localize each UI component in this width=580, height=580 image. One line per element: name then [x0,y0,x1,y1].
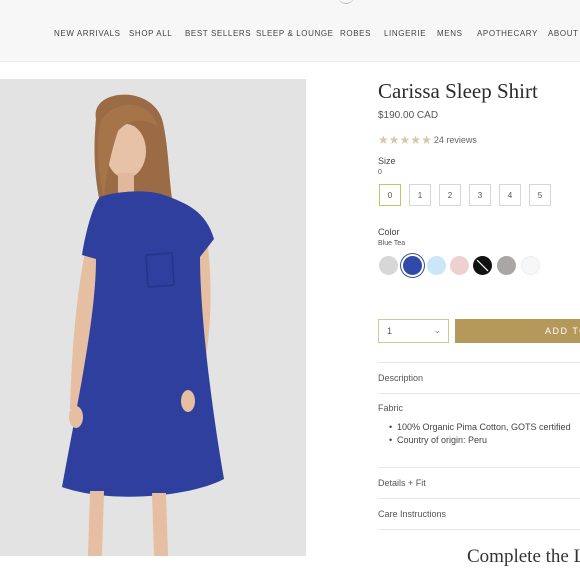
star-icon: ★ [378,133,389,147]
star-icon: ★ [399,133,411,147]
complete-the-look-heading: Complete the L [467,546,580,567]
size-option-4[interactable]: 4 [499,184,521,206]
swatch-light-blue[interactable] [427,256,446,275]
description-toggle[interactable]: Description [378,373,423,383]
size-option-0[interactable]: 0 [379,184,401,206]
swatch-black-sold-out[interactable] [473,256,492,275]
size-option-5[interactable]: 5 [529,184,551,206]
nav-best-sellers[interactable]: BEST SELLERS [185,29,251,38]
color-selected-value: Blue Tea [378,240,406,247]
sold-out-slash-icon [476,259,489,272]
star-icon: ★ [410,133,422,147]
fabric-bullet: Country of origin: Peru [389,435,571,448]
star-icon: ★ [421,133,432,147]
site-header: NEW ARRIVALS SHOP ALL BEST SELLERS SLEEP… [0,0,580,62]
model-wearing-dress-illustration [0,79,306,556]
size-option-2[interactable]: 2 [439,184,461,206]
fabric-list: 100% Organic Pima Cotton, GOTS certified… [389,422,571,448]
size-label: Size [378,156,396,166]
swatch-blush[interactable] [450,256,469,275]
main-nav: NEW ARRIVALS SHOP ALL BEST SELLERS SLEEP… [0,29,580,41]
size-selected-value: 0 [378,169,382,176]
divider [378,467,580,468]
size-option-3[interactable]: 3 [469,184,491,206]
care-instructions-toggle[interactable]: Care Instructions [378,509,446,519]
quantity-value: 1 [387,326,393,336]
divider [378,529,580,530]
details-fit-toggle[interactable]: Details + Fit [378,478,426,488]
divider [378,393,580,394]
nav-about[interactable]: ABOUT [548,29,579,38]
color-label: Color [378,227,400,237]
nav-mens[interactable]: MENS [437,29,463,38]
nav-robes[interactable]: ROBES [340,29,371,38]
nav-apothecary[interactable]: APOTHECARY [477,29,538,38]
rating[interactable]: ★ ★ ★ ★ ★ 24 reviews [378,134,477,146]
product-price: $190.00 CAD [378,110,439,121]
logo[interactable] [338,0,354,4]
fabric-heading[interactable]: Fabric [378,403,403,413]
chevron-down-icon: ⌄ [433,325,441,335]
swatch-light-grey[interactable] [379,256,398,275]
size-option-1[interactable]: 1 [409,184,431,206]
add-to-cart-button[interactable]: ADD TO [455,319,580,343]
star-icon: ★ [388,133,400,147]
swatch-blue-tea[interactable] [403,256,422,275]
swatch-white[interactable] [521,256,540,275]
swatch-grey[interactable] [497,256,516,275]
fabric-bullet: 100% Organic Pima Cotton, GOTS certified [389,422,571,435]
nav-lingerie[interactable]: LINGERIE [384,29,426,38]
product-title: Carissa Sleep Shirt [378,79,538,103]
nav-new-arrivals[interactable]: NEW ARRIVALS [54,29,121,38]
divider [378,498,580,499]
reviews-link[interactable]: 24 reviews [434,135,477,145]
nav-shop-all[interactable]: SHOP ALL [129,29,172,38]
quantity-select[interactable]: 1 ⌄ [378,319,449,343]
product-image[interactable] [0,79,306,556]
divider [378,362,580,363]
nav-sleep-lounge[interactable]: SLEEP & LOUNGE [256,29,334,38]
